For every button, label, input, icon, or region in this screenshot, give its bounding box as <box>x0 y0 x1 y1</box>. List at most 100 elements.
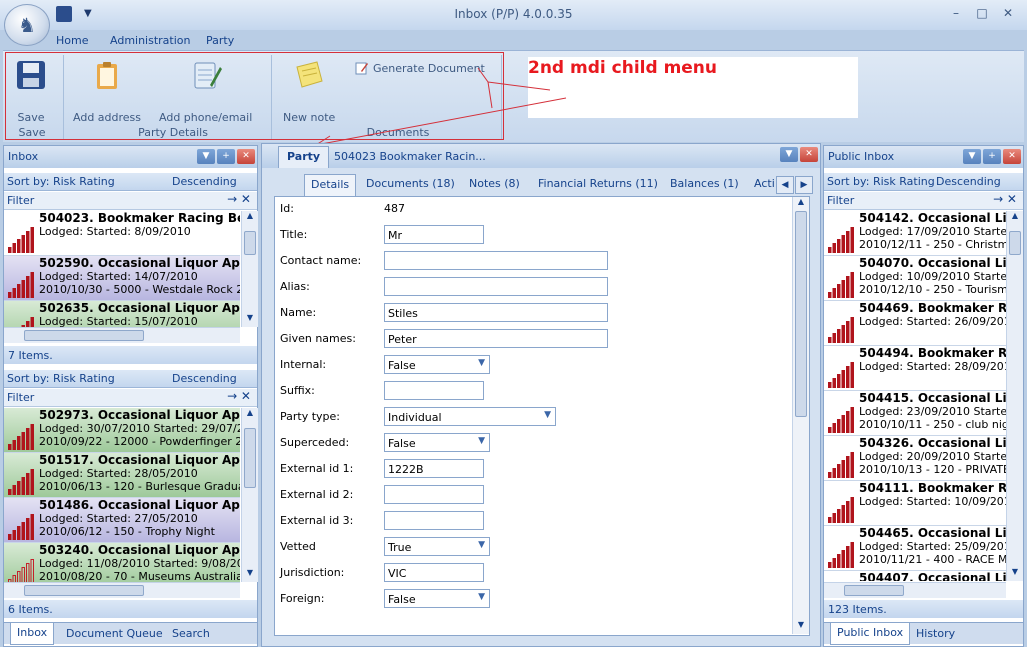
chevron-down-icon[interactable]: ▼ <box>478 592 485 602</box>
scroll-up-icon[interactable]: ▲ <box>242 408 258 422</box>
list-item[interactable]: 504469. Bookmaker Ra Lodged: Started: 26/… <box>824 301 1006 346</box>
tab-activities[interactable]: Acti <box>754 177 774 190</box>
sort-direction[interactable]: Descending <box>172 175 237 188</box>
public-inbox-hscrollbar[interactable] <box>824 582 1006 598</box>
inbox-list-scrollbar[interactable]: ▲ ▼ <box>241 211 258 327</box>
list-item[interactable]: 504326. Occasional Liq Lodged: 20/09/2010… <box>824 436 1006 481</box>
list-item[interactable]: 504465. Occasional Liq Lodged: Started: 2… <box>824 526 1006 571</box>
tab-scroll-left-icon[interactable]: ◀ <box>776 176 794 194</box>
field-input[interactable]: Stiles <box>384 303 608 322</box>
field-input[interactable]: VIC <box>384 563 484 582</box>
tab-search[interactable]: Search <box>172 627 210 640</box>
list-item[interactable]: 502973. Occasional Liquor ApplicLodged: … <box>4 408 240 453</box>
list-item[interactable]: 502635. Occasional Liquor ApplicLodged: … <box>4 301 240 327</box>
filter-arrows-icon[interactable]: → ✕ <box>227 192 251 206</box>
filter-row[interactable]: Filter → ✕ <box>4 389 257 407</box>
item-details: 2010/12/10 - 250 - Tourism In <box>859 283 1006 296</box>
list-item[interactable]: 504070. Occasional Liq Lodged: 10/09/2010… <box>824 256 1006 301</box>
list-item[interactable]: 501486. Occasional Liquor ApplicLodged: … <box>4 498 240 543</box>
tab-notes[interactable]: Notes (8) <box>469 177 520 190</box>
tab-document-queue[interactable]: Document Queue <box>66 627 163 640</box>
scroll-up-icon[interactable]: ▲ <box>793 197 809 211</box>
scroll-thumb[interactable] <box>1009 231 1021 255</box>
list-item[interactable]: 504494. Bookmaker Ra Lodged: Started: 28/… <box>824 346 1006 391</box>
field-input[interactable] <box>384 485 484 504</box>
scroll-up-icon[interactable]: ▲ <box>1007 211 1023 225</box>
hscroll-thumb[interactable] <box>24 585 144 596</box>
panel-maximize-button[interactable]: + <box>217 149 235 164</box>
chevron-down-icon[interactable]: ▼ <box>478 540 485 550</box>
item-title: 502590. Occasional Liquor Applic <box>39 256 240 270</box>
field-dropdown[interactable]: True ▼ <box>384 537 490 556</box>
field-dropdown[interactable]: False ▼ <box>384 433 490 452</box>
filter-arrows-icon[interactable]: → ✕ <box>227 389 251 403</box>
panel-dropdown-button[interactable]: ▼ <box>197 149 215 164</box>
scroll-down-icon[interactable]: ▼ <box>242 313 258 327</box>
form-scrollbar[interactable]: ▲ ▼ <box>792 197 809 634</box>
tab-details[interactable]: Details <box>304 174 357 196</box>
field-input[interactable]: 1222B <box>384 459 484 478</box>
tab-public-inbox[interactable]: Public Inbox <box>830 623 911 645</box>
scroll-thumb[interactable] <box>244 428 256 488</box>
item-title: 504415. Occasional Liq <box>859 391 1006 405</box>
public-inbox-scrollbar[interactable]: ▲ ▼ <box>1006 211 1023 581</box>
sort-label: Sort by: Risk Rating <box>7 372 115 385</box>
list-item[interactable]: 503240. Occasional Liquor ApplicLodged: … <box>4 543 240 582</box>
chevron-down-icon[interactable]: ▼ <box>478 436 485 446</box>
sort-row[interactable]: Sort by: Risk Rating Descending <box>824 173 1023 191</box>
queue-list-scrollbar[interactable]: ▲ ▼ <box>241 408 258 582</box>
tab-financial-returns[interactable]: Financial Returns (11) <box>538 177 658 190</box>
list-item[interactable]: 504407. Occasional Liq <box>824 571 1006 581</box>
chevron-down-icon[interactable]: ▼ <box>544 410 551 420</box>
hscroll-thumb[interactable] <box>24 330 144 341</box>
queue-list-hscrollbar[interactable] <box>4 582 240 598</box>
field-label: Alias: <box>280 280 310 293</box>
sort-row[interactable]: Sort by: Risk Rating Descending <box>4 173 257 191</box>
field-input[interactable] <box>384 511 484 530</box>
sort-row[interactable]: Sort by: Risk Rating Descending <box>4 370 257 388</box>
list-item[interactable]: 504111. Bookmaker Ra Lodged: Started: 10/… <box>824 481 1006 526</box>
filter-row[interactable]: Filter → ✕ <box>824 192 1023 210</box>
field-dropdown[interactable]: False ▼ <box>384 589 490 608</box>
field-input[interactable] <box>384 251 608 270</box>
field-dropdown[interactable]: False ▼ <box>384 355 490 374</box>
list-item[interactable]: 504415. Occasional Liq Lodged: 23/09/2010… <box>824 391 1006 436</box>
inbox-panel: Inbox ▼ + ✕ Sort by: Risk Rating Descend… <box>3 145 258 647</box>
item-dates: Lodged: Started: 15/07/2010 <box>39 315 198 327</box>
tab-documents[interactable]: Documents (18) <box>366 177 455 190</box>
scroll-up-icon[interactable]: ▲ <box>242 211 258 225</box>
sort-direction[interactable]: Descending <box>172 372 237 385</box>
list-item[interactable]: 504023. Bookmaker Racing Bets Lodged: Sta… <box>4 211 240 256</box>
scroll-down-icon[interactable]: ▼ <box>242 568 258 582</box>
filter-row[interactable]: Filter → ✕ <box>4 192 257 210</box>
sort-direction[interactable]: Descending <box>936 175 1001 188</box>
field-input[interactable] <box>384 277 608 296</box>
hscroll-thumb[interactable] <box>844 585 904 596</box>
list-item[interactable]: 502590. Occasional Liquor ApplicLodged: … <box>4 256 240 301</box>
tab-inbox[interactable]: Inbox <box>10 623 55 645</box>
field-input[interactable] <box>384 381 484 400</box>
field-input[interactable]: Mr <box>384 225 484 244</box>
list-item[interactable]: 501517. Occasional Liquor ApplicLodged: … <box>4 453 240 498</box>
tab-history[interactable]: History <box>916 627 955 640</box>
panel-dropdown-button[interactable]: ▼ <box>963 149 981 164</box>
panel-maximize-button[interactable]: + <box>983 149 1001 164</box>
scroll-thumb[interactable] <box>244 231 256 255</box>
scroll-down-icon[interactable]: ▼ <box>1007 567 1023 581</box>
inbox-list-hscrollbar[interactable] <box>4 327 240 343</box>
panel-close-button[interactable]: ✕ <box>1003 149 1021 164</box>
tab-party-document[interactable]: Party <box>278 146 330 168</box>
scroll-thumb[interactable] <box>795 211 807 417</box>
chevron-down-icon[interactable]: ▼ <box>478 358 485 368</box>
list-item[interactable]: 504142. Occasional Liq Lodged: 17/09/2010… <box>824 211 1006 256</box>
field-dropdown[interactable]: Individual ▼ <box>384 407 556 426</box>
document-close-button[interactable]: ✕ <box>800 147 818 162</box>
document-dropdown-button[interactable]: ▼ <box>780 147 798 162</box>
tab-balances[interactable]: Balances (1) <box>670 177 739 190</box>
field-input[interactable]: Peter <box>384 329 608 348</box>
filter-arrows-icon[interactable]: → ✕ <box>993 192 1017 206</box>
panel-close-button[interactable]: ✕ <box>237 149 255 164</box>
tab-scroll-right-icon[interactable]: ▶ <box>795 176 813 194</box>
scroll-down-icon[interactable]: ▼ <box>793 620 809 634</box>
tab-bookmaker-document[interactable]: 504023 Bookmaker Racin... <box>334 150 486 163</box>
